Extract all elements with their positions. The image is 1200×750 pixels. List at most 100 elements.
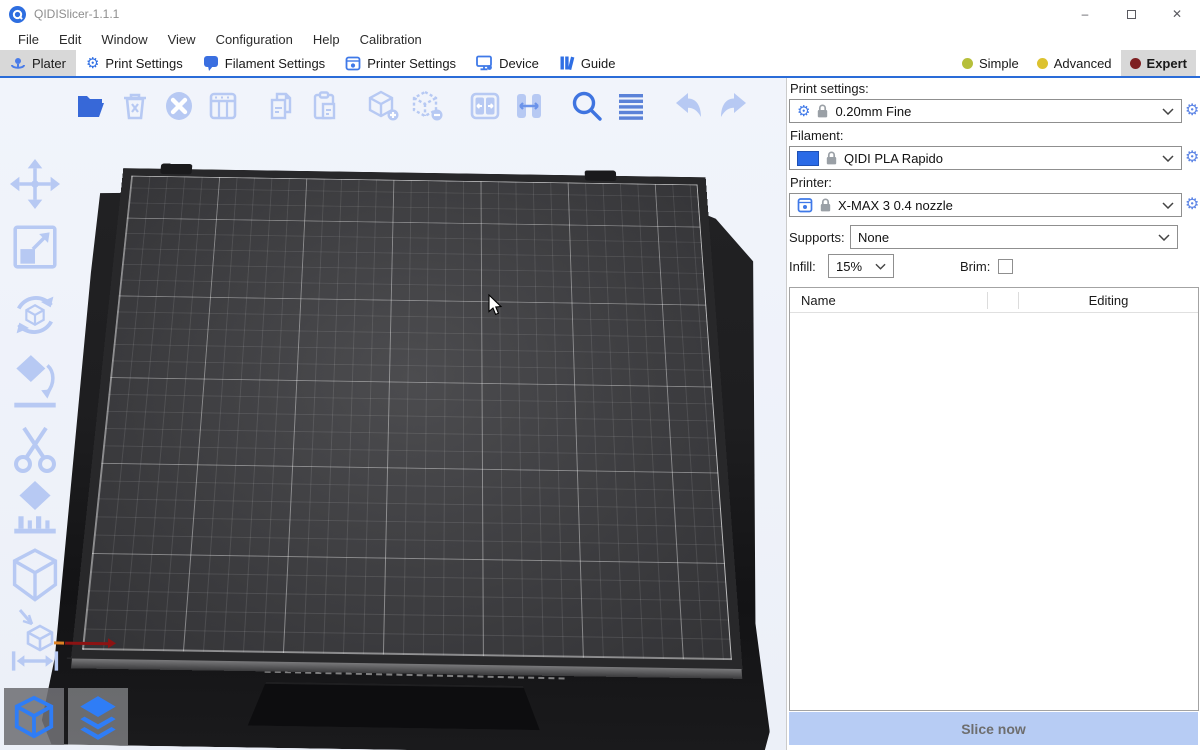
app-logo-icon — [9, 6, 26, 23]
viewport-3d[interactable] — [0, 78, 786, 750]
split-to-parts-button[interactable] — [512, 88, 546, 124]
menu-calibration[interactable]: Calibration — [350, 32, 432, 47]
view-mode-toggles — [4, 688, 128, 745]
printer-gear-button[interactable]: ⚙ — [1185, 196, 1199, 214]
print-bed[interactable] — [82, 204, 739, 660]
infill-value: 15% — [836, 259, 862, 274]
tab-filament-settings[interactable]: Filament Settings — [193, 50, 335, 76]
scene — [0, 78, 786, 750]
supports-label: Supports: — [789, 230, 850, 245]
tab-label: Guide — [581, 56, 616, 71]
cut-tool-button[interactable] — [6, 422, 64, 478]
tab-print-settings[interactable]: ⚙ Print Settings — [76, 50, 193, 76]
infill-combo[interactable]: 15% — [828, 254, 894, 278]
filament-value: QIDI PLA Rapido — [844, 151, 943, 166]
tab-plater[interactable]: Plater — [0, 50, 76, 76]
menu-view[interactable]: View — [158, 32, 206, 47]
filament-gear-button[interactable]: ⚙ — [1185, 149, 1199, 167]
arrange-icon — [207, 90, 239, 122]
distance-tool-button[interactable] — [6, 648, 64, 674]
chevron-down-icon — [1158, 234, 1170, 241]
place-on-face-icon — [10, 353, 60, 411]
redo-button[interactable] — [716, 88, 750, 124]
supports-combo[interactable]: None — [850, 225, 1178, 249]
supports-value: None — [858, 230, 889, 245]
print-settings-combo[interactable]: ⚙ 0.20mm Fine — [789, 99, 1182, 123]
printer-label: Printer: — [790, 175, 1198, 191]
add-instance-icon — [366, 90, 400, 122]
delete-all-button[interactable] — [162, 88, 196, 124]
arrange-button[interactable] — [206, 88, 240, 124]
print-settings-gear-button[interactable]: ⚙ — [1185, 102, 1199, 120]
printer-combo[interactable]: X-MAX 3 0.4 nozzle — [789, 193, 1182, 217]
seam-painting-tool-button[interactable] — [6, 545, 64, 607]
undo-button[interactable] — [672, 88, 706, 124]
brim-checkbox[interactable] — [998, 259, 1013, 274]
remove-instance-button[interactable] — [410, 88, 444, 124]
rotate-tool-button[interactable] — [6, 287, 64, 343]
mode-advanced[interactable]: Advanced — [1028, 50, 1121, 76]
qidislicer-window: QIDISlicer-1.1.1 – ✕ File Edit Window Vi… — [0, 0, 1200, 750]
tab-guide[interactable]: Guide — [549, 50, 626, 76]
slice-now-button[interactable]: Slice now — [789, 712, 1198, 745]
lock-icon — [826, 151, 837, 165]
move-tool-button[interactable] — [6, 156, 64, 212]
distance-arrow-icon — [9, 650, 61, 672]
delete-button[interactable] — [118, 88, 152, 124]
measure-tool-button[interactable] — [6, 606, 64, 654]
menu-file[interactable]: File — [8, 32, 49, 47]
scale-tool-button[interactable] — [6, 219, 64, 275]
printer-handle-groove — [248, 681, 541, 730]
support-painting-tool-button[interactable] — [6, 481, 64, 537]
infill-label: Infill: — [789, 259, 828, 274]
paste-icon — [309, 90, 341, 122]
mode-switcher: Simple Advanced Expert — [953, 50, 1200, 76]
gear-icon: ⚙ — [86, 56, 99, 71]
menu-edit[interactable]: Edit — [49, 32, 91, 47]
place-on-face-tool-button[interactable] — [6, 351, 64, 413]
filament-icon — [203, 55, 219, 71]
filament-color-swatch — [797, 151, 819, 166]
menu-help[interactable]: Help — [303, 32, 350, 47]
device-icon — [476, 55, 493, 71]
tab-label: Print Settings — [105, 56, 182, 71]
printer-icon — [345, 55, 361, 71]
menu-bar: File Edit Window View Configuration Help… — [0, 28, 1200, 50]
menu-window[interactable]: Window — [91, 32, 157, 47]
menu-configuration[interactable]: Configuration — [206, 32, 303, 47]
tab-device[interactable]: Device — [466, 50, 549, 76]
delete-all-icon — [163, 90, 195, 122]
tab-printer-settings[interactable]: Printer Settings — [335, 50, 466, 76]
move-icon — [10, 159, 60, 209]
minimize-button[interactable]: – — [1062, 0, 1108, 28]
top-toolbar — [0, 84, 786, 128]
split-to-parts-icon — [513, 90, 545, 122]
mode-expert[interactable]: Expert — [1121, 50, 1196, 76]
editor-view-button[interactable] — [4, 688, 64, 745]
support-painting-icon — [10, 481, 60, 537]
chevron-down-icon — [1162, 155, 1174, 162]
seam-cube-icon — [9, 547, 61, 605]
object-list-table: Name Editing — [789, 287, 1199, 711]
paste-button[interactable] — [308, 88, 342, 124]
mode-label: Expert — [1147, 56, 1187, 71]
tab-label: Device — [499, 56, 539, 71]
close-button[interactable]: ✕ — [1154, 0, 1200, 28]
column-editing: Editing — [1019, 292, 1198, 309]
preview-view-button[interactable] — [68, 688, 128, 745]
add-instance-button[interactable] — [366, 88, 400, 124]
open-button[interactable] — [74, 88, 108, 124]
mode-simple[interactable]: Simple — [953, 50, 1028, 76]
tab-label: Printer Settings — [367, 56, 456, 71]
chevron-down-icon — [875, 263, 886, 270]
advanced-dot-icon — [1037, 58, 1048, 69]
split-to-objects-button[interactable] — [468, 88, 502, 124]
simple-dot-icon — [962, 58, 973, 69]
maximize-button[interactable] — [1108, 0, 1154, 28]
mode-label: Simple — [979, 56, 1019, 71]
filament-combo[interactable]: QIDI PLA Rapido — [789, 146, 1182, 170]
copy-button[interactable] — [264, 88, 298, 124]
search-button[interactable] — [570, 88, 604, 124]
variable-layer-height-button[interactable] — [614, 88, 648, 124]
trash-icon — [120, 90, 150, 122]
